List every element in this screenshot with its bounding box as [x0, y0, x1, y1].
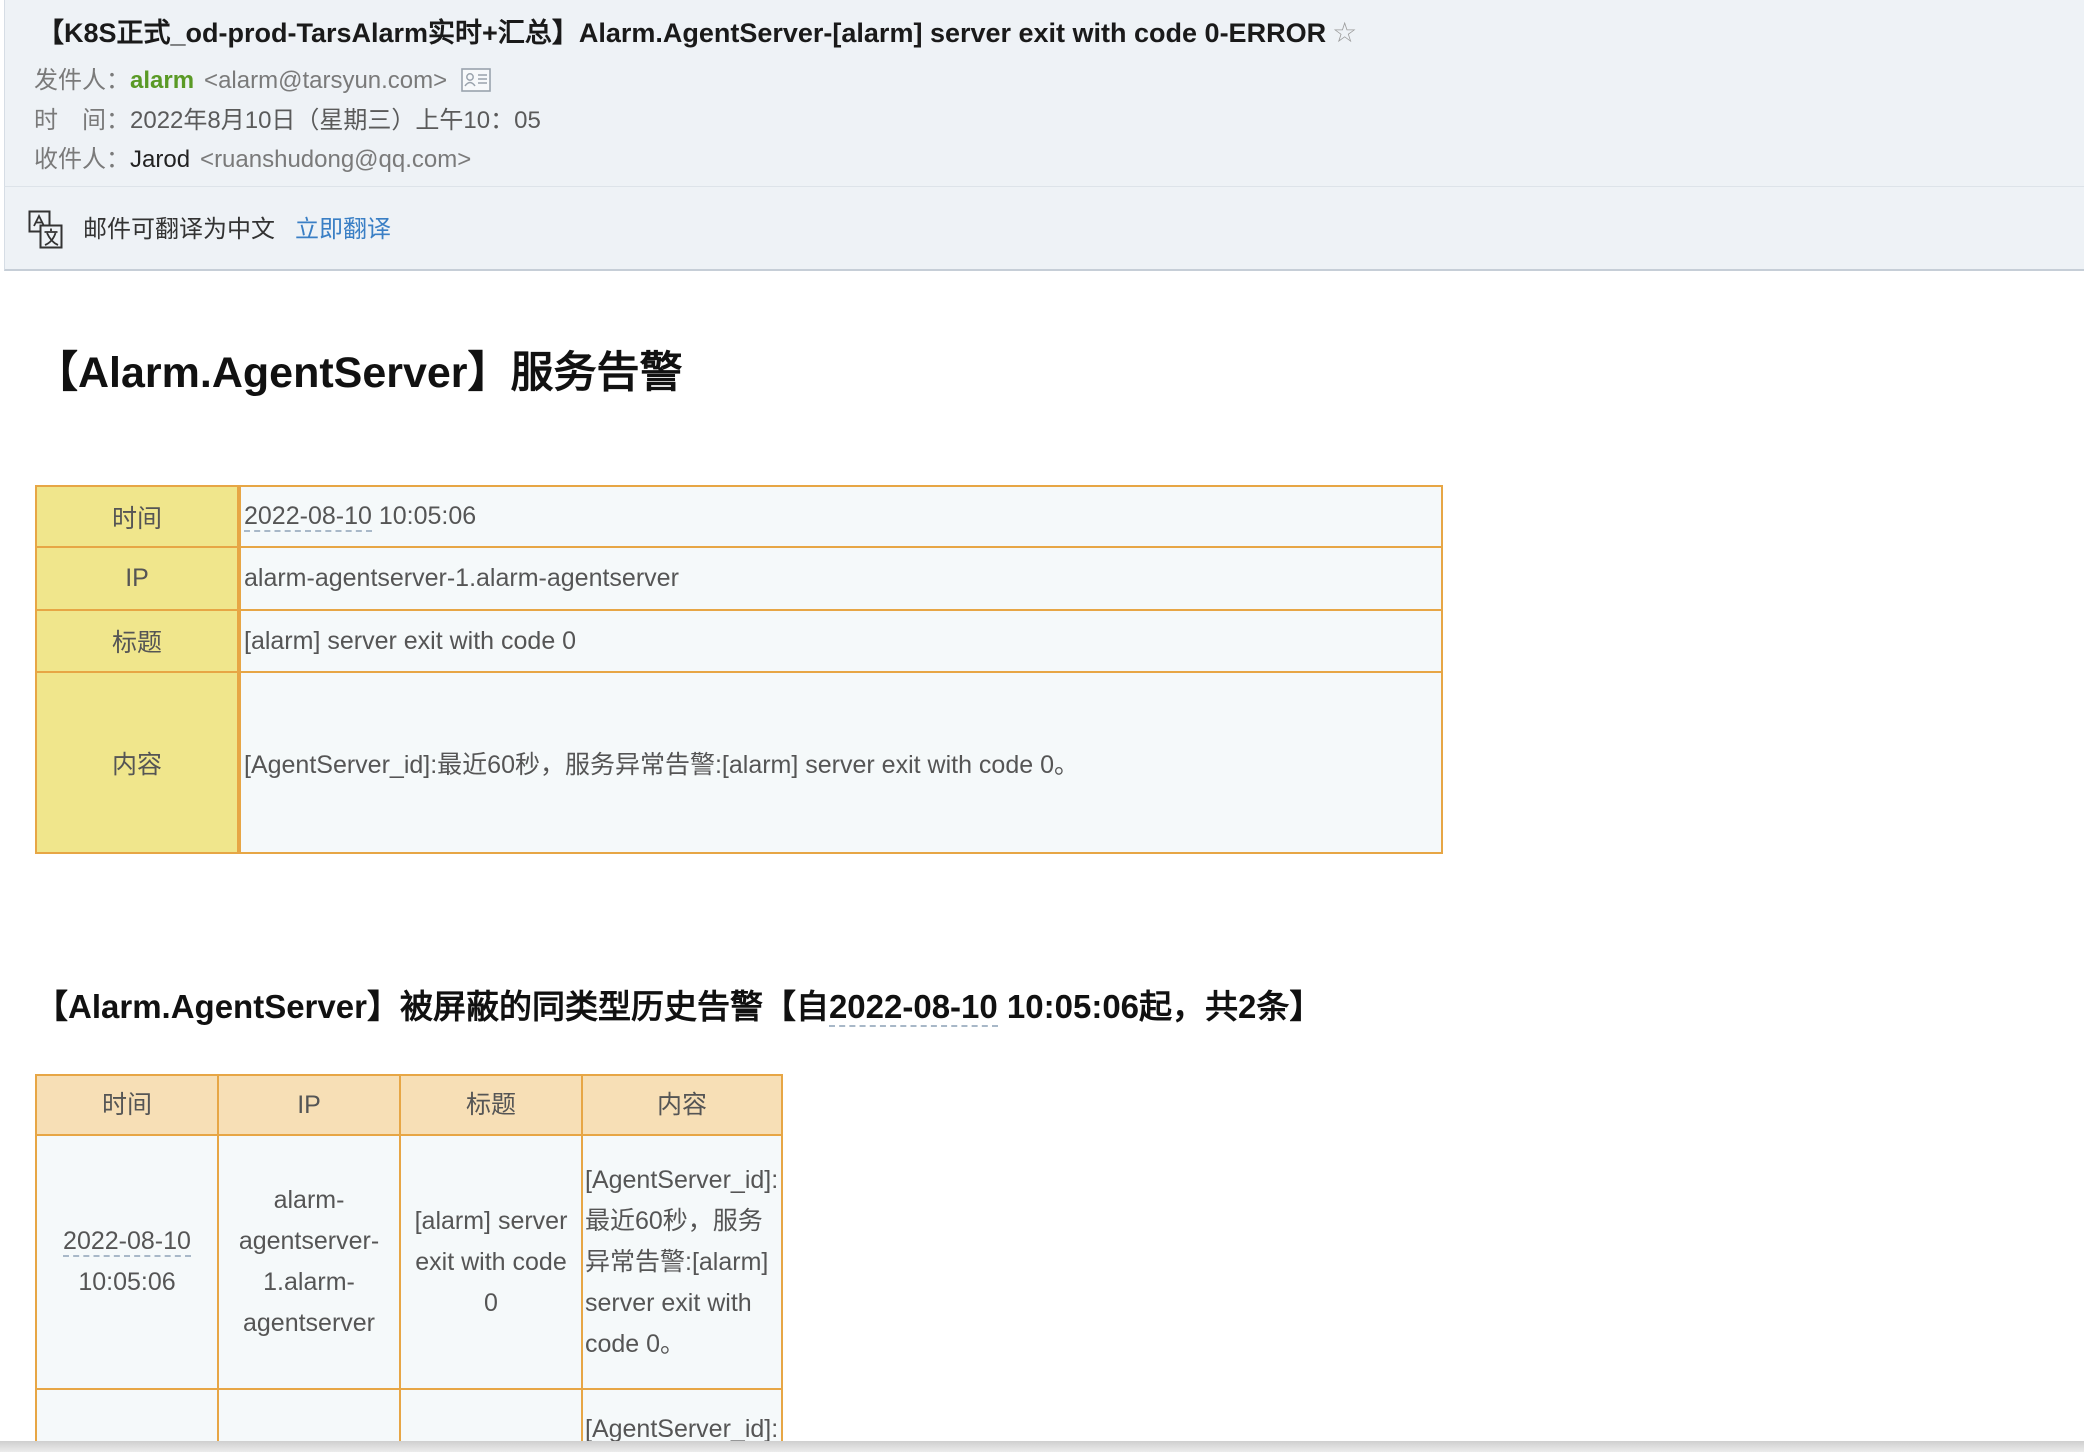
translate-message: 邮件可翻译为中文 — [83, 216, 275, 243]
table-row: [AgentServer_id]: — [35, 1388, 783, 1446]
column-header-time: 时间 — [35, 1074, 219, 1136]
time-text: 10:05:06 — [78, 1268, 176, 1296]
date-link[interactable]: 2022-08-10 — [244, 502, 372, 532]
date-link[interactable]: 2022-08-10 — [63, 1227, 191, 1257]
history-content-cell: [AgentServer_id]: — [581, 1388, 783, 1446]
history-heading-prefix: 【Alarm.AgentServer】被屏蔽的同类型历史告警【自 — [35, 988, 829, 1025]
history-alert-table: 时间 IP 标题 内容 2022-08-10 10:05:06 alarm-ag… — [35, 1074, 783, 1446]
sender-address: <alarm@tarsyun.com> — [204, 67, 448, 94]
sender-row: 发件人：alarm <alarm@tarsyun.com> — [34, 64, 491, 102]
alert-label-time: 时间 — [35, 485, 241, 548]
mail-header: 【K8S正式_od-prod-TarsAlarm实时+汇总】Alarm.Agen… — [4, 0, 2084, 187]
column-header-content: 内容 — [581, 1074, 783, 1136]
history-title-cell — [399, 1388, 583, 1446]
alert-detail-table: 时间 2022-08-10 10:05:06 IP alarm-agentser… — [35, 485, 1443, 854]
history-title-cell: [alarm] server exit with code 0 — [399, 1134, 583, 1390]
recipient-label: 收件人： — [34, 146, 130, 173]
translate-icon — [28, 210, 64, 250]
column-header-title: 标题 — [399, 1074, 583, 1136]
recipient-row: 收件人：Jarod <ruanshudong@qq.com> — [34, 143, 471, 177]
history-heading-suffix: 10:05:06起，共2条】 — [997, 988, 1323, 1025]
alert-heading: 【Alarm.AgentServer】服务告警 — [35, 349, 683, 397]
star-outline-icon[interactable] — [1332, 14, 1357, 52]
alert-value-title: [alarm] server exit with code 0 — [238, 609, 1443, 673]
alert-row-time: 时间 2022-08-10 10:05:06 — [35, 485, 1443, 548]
time-text: 10:05:06 — [378, 502, 477, 530]
sender-label: 发件人： — [34, 67, 130, 94]
history-content-cell: [AgentServer_id]:最近60秒，服务异常告警:[alarm] se… — [581, 1134, 783, 1390]
alert-label-ip: IP — [35, 546, 241, 611]
table-header-row: 时间 IP 标题 内容 — [35, 1074, 783, 1136]
email-reader: 【K8S正式_od-prod-TarsAlarm实时+汇总】Alarm.Agen… — [0, 0, 2084, 1452]
history-time-cell — [35, 1388, 219, 1446]
recipient-name[interactable]: Jarod — [130, 146, 190, 173]
column-header-ip: IP — [217, 1074, 401, 1136]
alert-value-ip: alarm-agentserver-1.alarm-agentserver — [238, 546, 1443, 611]
table-row: 2022-08-10 10:05:06 alarm-agentserver-1.… — [35, 1134, 783, 1390]
contact-card-icon[interactable] — [461, 68, 491, 102]
alert-label-title: 标题 — [35, 609, 241, 673]
time-label: 时 间： — [34, 107, 130, 134]
recipient-address: <ruanshudong@qq.com> — [200, 146, 472, 173]
alert-value-time: 2022-08-10 10:05:06 — [238, 485, 1443, 548]
alert-row-ip: IP alarm-agentserver-1.alarm-agentserver — [35, 546, 1443, 611]
translate-bar: 邮件可翻译为中文 立即翻译 — [4, 187, 2084, 271]
email-subject: 【K8S正式_od-prod-TarsAlarm实时+汇总】Alarm.Agen… — [37, 14, 1357, 52]
alert-value-content: [AgentServer_id]:最近60秒，服务异常告警:[alarm] se… — [238, 671, 1443, 854]
translate-now-link[interactable]: 立即翻译 — [295, 216, 391, 243]
date-link[interactable]: 2022-08-10 — [828, 988, 998, 1027]
sender-name[interactable]: alarm — [130, 67, 194, 94]
history-ip-cell: alarm-agentserver-1.alarm-agentserver — [217, 1134, 401, 1390]
alert-row-content: 内容 [AgentServer_id]:最近60秒，服务异常告警:[alarm]… — [35, 671, 1443, 854]
translate-prompt: 邮件可翻译为中文 立即翻译 — [83, 213, 391, 247]
time-row: 时 间：2022年8月10日（星期三）上午10：05 — [34, 104, 541, 138]
history-time-cell: 2022-08-10 10:05:06 — [35, 1134, 219, 1390]
history-heading: 【Alarm.AgentServer】被屏蔽的同类型历史告警【自2022-08-… — [35, 984, 1322, 1030]
alert-label-content: 内容 — [35, 671, 241, 854]
alert-row-title: 标题 [alarm] server exit with code 0 — [35, 609, 1443, 673]
window-bottom-edge — [0, 1441, 2084, 1452]
time-value: 2022年8月10日（星期三）上午10：05 — [130, 107, 541, 134]
subject-text: 【K8S正式_od-prod-TarsAlarm实时+汇总】Alarm.Agen… — [37, 18, 1327, 48]
history-ip-cell — [217, 1388, 401, 1446]
